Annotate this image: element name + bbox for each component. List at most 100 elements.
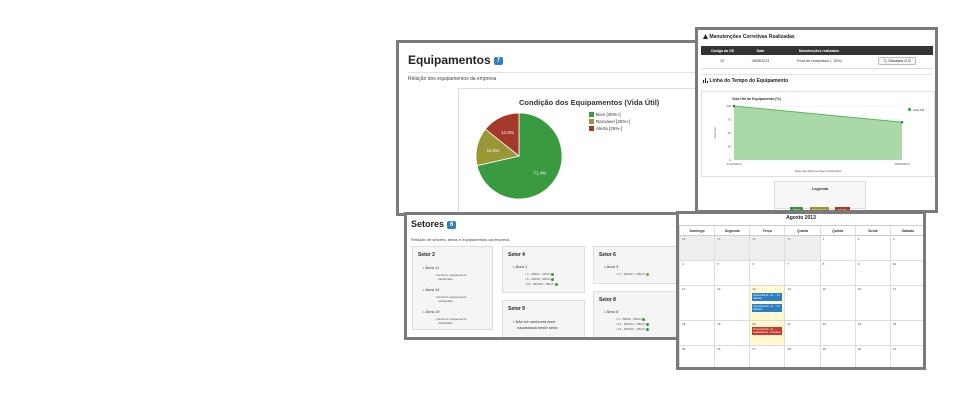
calendar-week: 28 29 30 31 1 2 3 [679,236,923,261]
day-cell[interactable]: 5 [714,261,749,285]
day-cell[interactable]: 17 [889,286,923,320]
day-cell[interactable]: 31 [889,346,923,367]
day-cell[interactable]: 1 [819,236,855,260]
day-cell[interactable]: 29 [714,236,750,260]
column-header: Manutenções realizadas [776,46,862,55]
day-cell[interactable]: 2 [854,236,890,260]
day-cell[interactable]: 30 [749,236,785,260]
day-cell[interactable]: 16 [854,286,890,320]
legend-swatch [589,126,594,131]
day-cell[interactable]: 28 [784,346,819,367]
day-cell[interactable]: 11 [679,286,714,320]
equipment-item[interactable]: • 9 - 00009 - ABCD [616,317,646,321]
divider [701,74,932,75]
day-cell[interactable]: 10 [889,261,923,285]
weekday-label: Terça [749,226,784,235]
pie-chart-panel: Condição dos Equipamentos (Vida Útil) 71.… [458,88,696,213]
weekday-label: Sábado [889,226,923,235]
legend-box: Legenda Bom Razoável Alerta [774,181,866,210]
setor-panel: Setor 4 • Área 1 • 4 - 00004 - ABCD • 8 … [502,246,585,293]
day-cell[interactable]: 21 [784,321,819,345]
page-title: Setores 6 [411,219,457,229]
day-cell[interactable]: 4 [679,261,714,285]
day-cell[interactable]: 12 [714,286,749,320]
day-cell[interactable]: 13 Preventiva 01 - Ar ... 'Ar' Manual Pr… [749,286,785,320]
y-tick-label: 50 [728,131,732,135]
view-os-button[interactable]: 🔍 Visualizar O.S. [877,57,917,66]
weekday-label: Domingo [679,226,714,235]
equipment-item[interactable]: • 4 - 00004 - ABCD [525,272,555,276]
line-chart-panel: Vida Útil do Equipamento (%) 0 25 50 75 100 21… [701,91,935,177]
legend-label: Vida Útil [913,107,924,112]
y-axis-label: Vida Útil [712,127,717,138]
day-cell[interactable]: 30 [854,346,890,367]
bar-chart-icon [703,78,708,84]
calendar-event[interactable]: Preventiva 03 - Ar ... Equipamento - Cor… [752,327,783,335]
day-cell[interactable]: 15 [819,286,855,320]
day-cell[interactable]: 18 [679,321,714,345]
legend-swatch [589,112,594,117]
area-item: • Área 19 [423,309,440,314]
column-header: Data [744,46,777,55]
table-cell: 28/08/2013 [744,55,777,69]
section-title: Manutenções Corretivas Realizadas [703,34,795,40]
day-cell[interactable]: 25 [679,346,714,367]
equipamentos-screenshot: Equipamentos 7 Relação dos equipamentos d… [396,40,699,216]
column-header [861,46,933,55]
warning-icon [703,34,708,40]
data-point [900,120,904,124]
slice-label: 14.3% [501,130,514,135]
y-tick-label: 75 [728,118,732,122]
equipment-item[interactable]: • 16 - 000016 - ABCD [616,327,649,331]
weekday-label: Segunda [714,226,749,235]
day-cell[interactable]: 26 [714,346,749,367]
day-cell[interactable]: 31 [784,236,820,260]
table-cell: Troca de compressor (- 30%) [776,55,862,69]
day-cell[interactable]: 22 [819,321,855,345]
day-cell[interactable]: 19 [714,321,749,345]
day-cell[interactable]: 3 [889,236,923,260]
day-cell[interactable]: 7 [784,261,819,285]
legend-swatch [908,108,911,111]
slice-label: 71.4% [533,171,546,176]
day-cell[interactable]: 27 [749,346,784,367]
table-cell: 87 [701,55,745,69]
legend-label: Razoável [25%+] [596,119,630,124]
day-cell[interactable]: 23 [854,321,890,345]
setor-title: Setor 9 [508,306,525,312]
empty-note: cadastrado [438,277,453,281]
area-item: • Área 6 [604,309,619,314]
day-cell[interactable]: 9 [854,261,890,285]
equipment-item[interactable]: • 14 - 000014 - ABCD [616,322,649,326]
divider [408,72,696,73]
day-cell[interactable]: 14 [784,286,819,320]
day-cell[interactable]: 8 [819,261,855,285]
calendar-event[interactable]: Preventiva 02 - Ar ... 'Ar' Manual [752,304,783,312]
page-title: Equipamentos 7 [408,53,504,67]
calendar-screenshot: Agosto 2013 Domingo Segunda Terça Quarta… [676,211,926,370]
day-cell[interactable]: 29 [819,346,855,367]
empty-note: • Não há nenhuma área [513,319,556,324]
calendar-week: 4 5 6 7 8 9 10 [679,261,923,286]
calendar-week: 25 26 27 28 29 30 31 [679,346,923,367]
day-cell[interactable]: 20 Preventiva 03 - Ar ... Equipamento - … [749,321,785,345]
calendar-event[interactable]: Preventiva 01 - Ar ... 'Ar' Manual [752,293,783,301]
x-axis-label: Data das Manutenções Realizadas [795,169,842,173]
page-subtitle: Relação dos equipamentos da empresa [408,76,497,82]
chart-title: Vida Útil do Equipamento (%) [732,96,781,101]
equipment-item[interactable]: • 15 - 000015 - ABCD [525,282,558,286]
y-tick-label: 100 [726,104,731,108]
manutencoes-screenshot: Manutenções Corretivas Realizadas Código… [695,27,938,213]
day-cell[interactable]: 28 [679,236,715,260]
pie-chart: Condição dos Equipamentos (Vida Útil) 71.… [475,98,660,200]
setor-title: Setor 2 [418,252,435,258]
day-cell[interactable]: 24 [889,321,923,345]
calendar-week: 18 19 20 Preventiva 03 - Ar ... Equipame… [679,321,923,346]
equipment-item[interactable]: • 17 - 000017 - ABCD [616,272,649,276]
x-tick-label: 28/08/2013 [894,162,909,166]
area-item: • Área 14 [423,287,440,292]
equipment-item[interactable]: • 8 - 00008 - ABCD [525,277,555,281]
timeline-title: Linha do Tempo do Equipamento [703,78,788,84]
setor-title: Setor 8 [599,297,616,303]
day-cell[interactable]: 6 [749,261,784,285]
